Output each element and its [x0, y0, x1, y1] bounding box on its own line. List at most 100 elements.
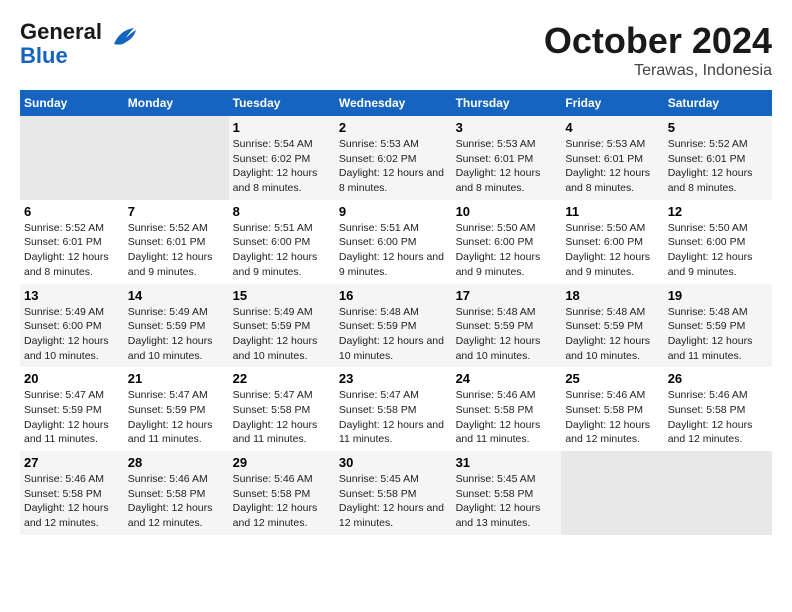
- day-info: Sunrise: 5:53 AM Sunset: 6:01 PM Dayligh…: [456, 137, 558, 196]
- day-info: Sunrise: 5:50 AM Sunset: 6:00 PM Dayligh…: [668, 221, 768, 280]
- calendar-cell: 28 Sunrise: 5:46 AM Sunset: 5:58 PM Dayli…: [124, 451, 229, 535]
- calendar-week-row: 13 Sunrise: 5:49 AM Sunset: 6:00 PM Dayli…: [20, 284, 772, 368]
- day-number: 27: [24, 455, 120, 470]
- calendar-cell: 29 Sunrise: 5:46 AM Sunset: 5:58 PM Dayli…: [229, 451, 335, 535]
- day-number: 8: [233, 204, 331, 219]
- day-info: Sunrise: 5:52 AM Sunset: 6:01 PM Dayligh…: [128, 221, 225, 280]
- calendar-cell: 25Sunrise: 5:46 AM Sunset: 5:58 PM Dayli…: [561, 367, 663, 451]
- weekday-header: Monday: [124, 90, 229, 116]
- day-info: Sunrise: 5:48 AM Sunset: 5:59 PM Dayligh…: [565, 305, 659, 364]
- weekday-header: Thursday: [452, 90, 562, 116]
- day-info: Sunrise: 5:47 AM Sunset: 5:59 PM Dayligh…: [128, 388, 225, 447]
- day-number: 19: [668, 288, 768, 303]
- day-info: Sunrise: 5:46 AM Sunset: 5:58 PM Dayligh…: [24, 472, 120, 531]
- weekday-header: Wednesday: [335, 90, 452, 116]
- day-info: Sunrise: 5:53 AM Sunset: 6:01 PM Dayligh…: [565, 137, 659, 196]
- day-number: 18: [565, 288, 659, 303]
- logo-bird-icon: [106, 26, 138, 48]
- day-number: 28: [128, 455, 225, 470]
- day-info: Sunrise: 5:47 AM Sunset: 5:58 PM Dayligh…: [233, 388, 331, 447]
- day-info: Sunrise: 5:49 AM Sunset: 5:59 PM Dayligh…: [128, 305, 225, 364]
- day-info: Sunrise: 5:52 AM Sunset: 6:01 PM Dayligh…: [24, 221, 120, 280]
- calendar-cell: 6 Sunrise: 5:52 AM Sunset: 6:01 PM Daylig…: [20, 200, 124, 284]
- calendar-cell: 31 Sunrise: 5:45 AM Sunset: 5:58 PM Dayli…: [452, 451, 562, 535]
- calendar-cell: [664, 451, 772, 535]
- calendar-cell: 14 Sunrise: 5:49 AM Sunset: 5:59 PM Dayli…: [124, 284, 229, 368]
- page-header: General Blue October 2024 Terawas, Indon…: [20, 20, 772, 80]
- day-info: Sunrise: 5:48 AM Sunset: 5:59 PM Dayligh…: [668, 305, 768, 364]
- weekday-header: Sunday: [20, 90, 124, 116]
- logo-general: General: [20, 19, 102, 44]
- calendar-cell: 30Sunrise: 5:45 AM Sunset: 5:58 PM Dayli…: [335, 451, 452, 535]
- calendar-cell: 11 Sunrise: 5:50 AM Sunset: 6:00 PM Dayli…: [561, 200, 663, 284]
- day-number: 13: [24, 288, 120, 303]
- calendar-cell: 13 Sunrise: 5:49 AM Sunset: 6:00 PM Dayli…: [20, 284, 124, 368]
- calendar-cell: 20 Sunrise: 5:47 AM Sunset: 5:59 PM Dayli…: [20, 367, 124, 451]
- calendar-cell: 23Sunrise: 5:47 AM Sunset: 5:58 PM Dayli…: [335, 367, 452, 451]
- calendar-cell: 17 Sunrise: 5:48 AM Sunset: 5:59 PM Dayli…: [452, 284, 562, 368]
- weekday-header: Saturday: [664, 90, 772, 116]
- day-info: Sunrise: 5:46 AM Sunset: 5:58 PM Dayligh…: [668, 388, 768, 447]
- calendar-cell: 3 Sunrise: 5:53 AM Sunset: 6:01 PM Daylig…: [452, 116, 562, 200]
- day-number: 22: [233, 371, 331, 386]
- calendar-week-row: 6 Sunrise: 5:52 AM Sunset: 6:01 PM Daylig…: [20, 200, 772, 284]
- day-number: 7: [128, 204, 225, 219]
- day-info: Sunrise: 5:54 AM Sunset: 6:02 PM Dayligh…: [233, 137, 331, 196]
- header-row: SundayMondayTuesdayWednesdayThursdayFrid…: [20, 90, 772, 116]
- calendar-cell: 15Sunrise: 5:49 AM Sunset: 5:59 PM Dayli…: [229, 284, 335, 368]
- calendar-cell: 2 Sunrise: 5:53 AM Sunset: 6:02 PM Daylig…: [335, 116, 452, 200]
- day-info: Sunrise: 5:52 AM Sunset: 6:01 PM Dayligh…: [668, 137, 768, 196]
- logo: General Blue: [20, 20, 138, 68]
- calendar-cell: 19 Sunrise: 5:48 AM Sunset: 5:59 PM Dayli…: [664, 284, 772, 368]
- day-info: Sunrise: 5:46 AM Sunset: 5:58 PM Dayligh…: [456, 388, 558, 447]
- day-number: 29: [233, 455, 331, 470]
- day-info: Sunrise: 5:51 AM Sunset: 6:00 PM Dayligh…: [233, 221, 331, 280]
- day-number: 11: [565, 204, 659, 219]
- day-info: Sunrise: 5:50 AM Sunset: 6:00 PM Dayligh…: [565, 221, 659, 280]
- day-info: Sunrise: 5:49 AM Sunset: 6:00 PM Dayligh…: [24, 305, 120, 364]
- location-subtitle: Terawas, Indonesia: [544, 62, 772, 80]
- day-info: Sunrise: 5:45 AM Sunset: 5:58 PM Dayligh…: [456, 472, 558, 531]
- day-number: 31: [456, 455, 558, 470]
- day-number: 26: [668, 371, 768, 386]
- day-number: 3: [456, 120, 558, 135]
- calendar-cell: 10 Sunrise: 5:50 AM Sunset: 6:00 PM Dayli…: [452, 200, 562, 284]
- calendar-cell: 18 Sunrise: 5:48 AM Sunset: 5:59 PM Dayli…: [561, 284, 663, 368]
- weekday-header: Friday: [561, 90, 663, 116]
- day-info: Sunrise: 5:51 AM Sunset: 6:00 PM Dayligh…: [339, 221, 448, 280]
- day-number: 6: [24, 204, 120, 219]
- day-info: Sunrise: 5:46 AM Sunset: 5:58 PM Dayligh…: [565, 388, 659, 447]
- day-number: 9: [339, 204, 448, 219]
- calendar-cell: [20, 116, 124, 200]
- calendar-cell: [124, 116, 229, 200]
- day-number: 21: [128, 371, 225, 386]
- calendar-cell: 7 Sunrise: 5:52 AM Sunset: 6:01 PM Daylig…: [124, 200, 229, 284]
- calendar-cell: 4 Sunrise: 5:53 AM Sunset: 6:01 PM Daylig…: [561, 116, 663, 200]
- calendar-cell: 5Sunrise: 5:52 AM Sunset: 6:01 PM Daylig…: [664, 116, 772, 200]
- day-number: 12: [668, 204, 768, 219]
- title-area: October 2024 Terawas, Indonesia: [544, 20, 772, 80]
- day-number: 17: [456, 288, 558, 303]
- calendar-cell: 26 Sunrise: 5:46 AM Sunset: 5:58 PM Dayli…: [664, 367, 772, 451]
- calendar-week-row: 27 Sunrise: 5:46 AM Sunset: 5:58 PM Dayli…: [20, 451, 772, 535]
- day-info: Sunrise: 5:46 AM Sunset: 5:58 PM Dayligh…: [233, 472, 331, 531]
- day-info: Sunrise: 5:50 AM Sunset: 6:00 PM Dayligh…: [456, 221, 558, 280]
- day-number: 10: [456, 204, 558, 219]
- day-number: 1: [233, 120, 331, 135]
- calendar-cell: 16Sunrise: 5:48 AM Sunset: 5:59 PM Dayli…: [335, 284, 452, 368]
- logo-blue: Blue: [20, 43, 68, 68]
- day-info: Sunrise: 5:53 AM Sunset: 6:02 PM Dayligh…: [339, 137, 448, 196]
- day-info: Sunrise: 5:46 AM Sunset: 5:58 PM Dayligh…: [128, 472, 225, 531]
- day-info: Sunrise: 5:47 AM Sunset: 5:59 PM Dayligh…: [24, 388, 120, 447]
- day-info: Sunrise: 5:48 AM Sunset: 5:59 PM Dayligh…: [456, 305, 558, 364]
- calendar-cell: 24Sunrise: 5:46 AM Sunset: 5:58 PM Dayli…: [452, 367, 562, 451]
- month-title: October 2024: [544, 20, 772, 62]
- day-number: 30: [339, 455, 448, 470]
- day-number: 14: [128, 288, 225, 303]
- calendar-table: SundayMondayTuesdayWednesdayThursdayFrid…: [20, 90, 772, 535]
- day-number: 2: [339, 120, 448, 135]
- day-number: 4: [565, 120, 659, 135]
- day-number: 20: [24, 371, 120, 386]
- calendar-cell: 8 Sunrise: 5:51 AM Sunset: 6:00 PM Daylig…: [229, 200, 335, 284]
- calendar-cell: 27 Sunrise: 5:46 AM Sunset: 5:58 PM Dayli…: [20, 451, 124, 535]
